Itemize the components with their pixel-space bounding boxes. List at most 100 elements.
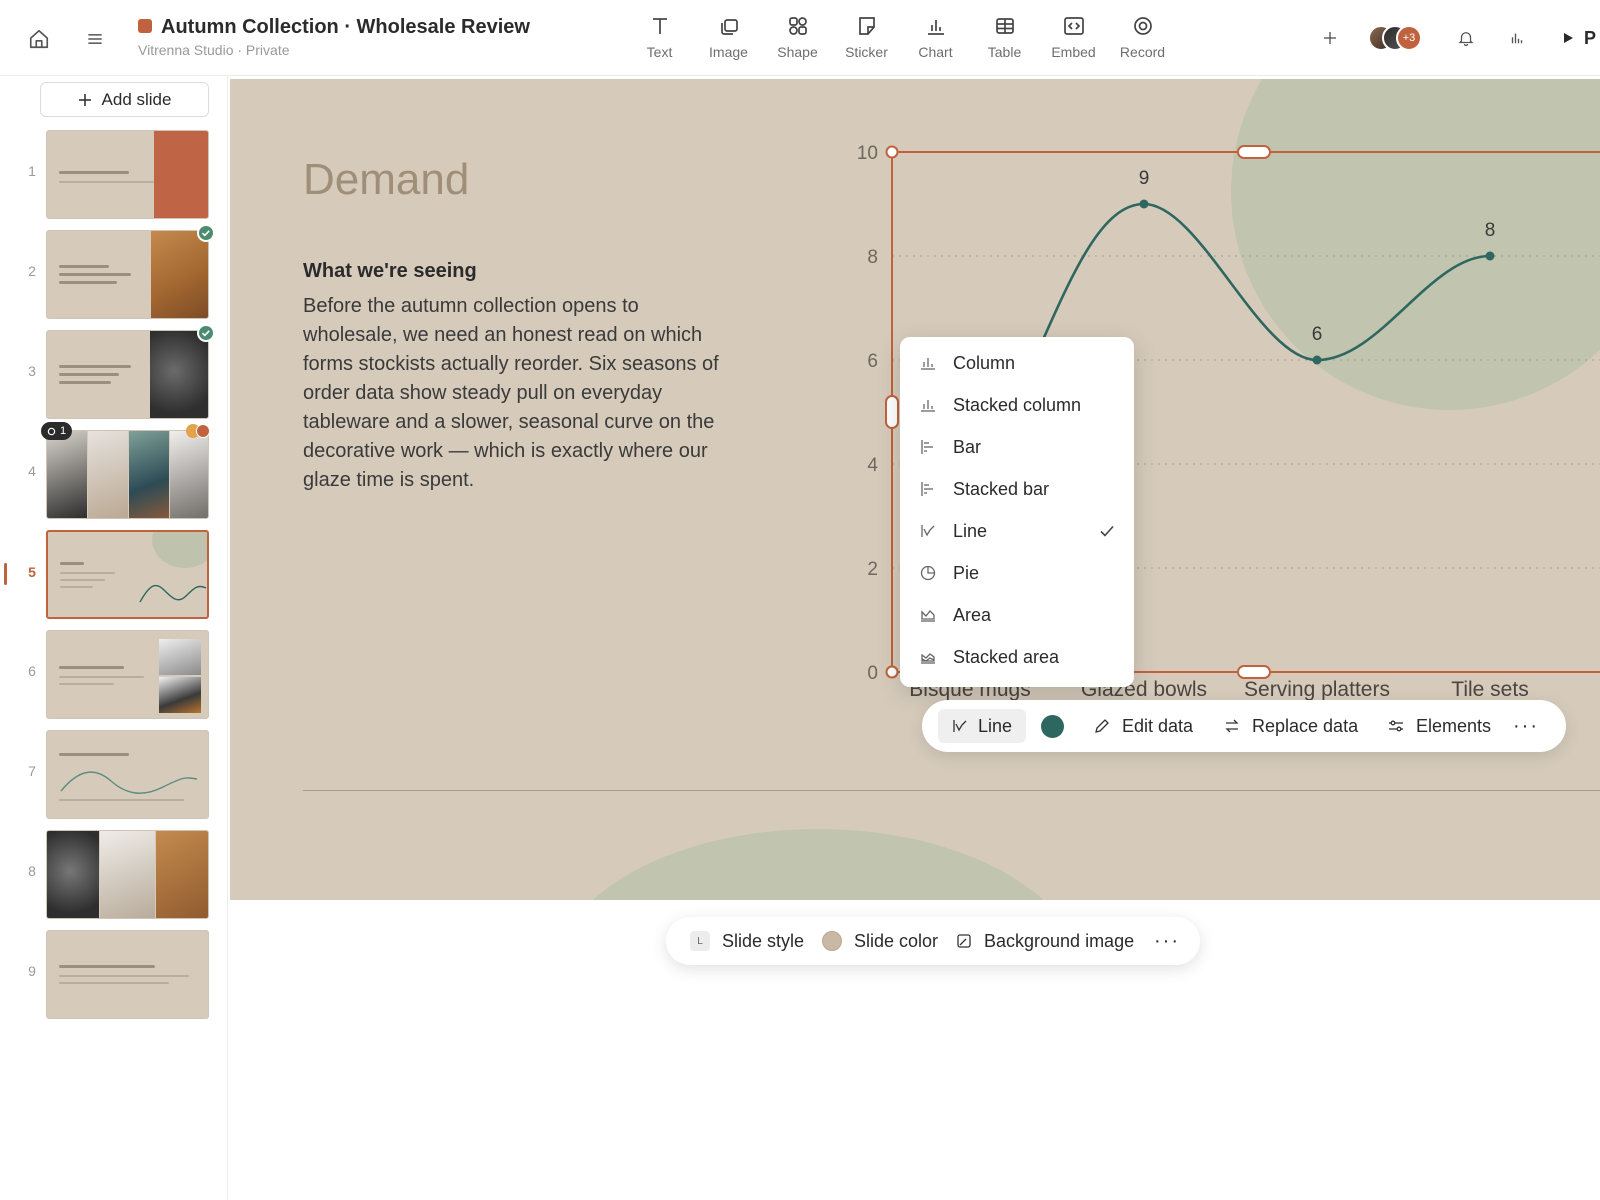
slide-thumbnail-4[interactable]: [46, 430, 209, 519]
slide-thumbnail-9[interactable]: [46, 930, 209, 1019]
chart-type-button[interactable]: Line: [938, 709, 1026, 743]
replace-data-button[interactable]: Replace data: [1224, 714, 1358, 738]
tool-chart-label: Chart: [918, 44, 953, 60]
slide-thumbnail-7[interactable]: [46, 730, 209, 819]
chart-toolbar: Line Edit data Replace data Elements ···: [922, 700, 1566, 752]
collaborator-avatars[interactable]: +3: [1368, 25, 1434, 51]
tool-text[interactable]: Text: [625, 14, 694, 66]
slide-thumbnail-2[interactable]: [46, 230, 209, 319]
pencil-icon: [1095, 719, 1109, 733]
bell-icon[interactable]: [1454, 26, 1478, 50]
table-icon: [995, 18, 1014, 34]
tool-image[interactable]: Image: [694, 14, 763, 66]
thumbnail-image: [150, 331, 208, 418]
menu-item-pie[interactable]: Pie: [900, 553, 1134, 593]
slide-thumbnail-8[interactable]: [46, 830, 209, 919]
slide-number: 2: [28, 263, 36, 279]
tool-table[interactable]: Table: [970, 14, 1039, 66]
more-options-icon[interactable]: ···: [1511, 714, 1541, 738]
menu-item-label: Stacked area: [953, 646, 1060, 667]
menu-icon[interactable]: [80, 24, 110, 54]
elements-label: Elements: [1416, 715, 1492, 736]
x-category-label: Tile sets: [1451, 678, 1528, 701]
menu-item-label: Bar: [953, 436, 982, 457]
slide-number: 6: [28, 663, 36, 679]
stacked-area-chart-icon: [919, 648, 937, 666]
comment-count-badge[interactable]: 1: [41, 422, 73, 440]
slide-thumbnail-5[interactable]: [46, 530, 209, 619]
tool-table-label: Table: [987, 44, 1022, 60]
data-point: [1485, 251, 1495, 261]
tool-chart[interactable]: Chart: [901, 14, 970, 66]
slide-thumbnail-1[interactable]: [46, 130, 209, 219]
add-slide-button[interactable]: Add slide: [40, 82, 209, 117]
swap-icon: [1225, 719, 1239, 733]
chart-color-swatch[interactable]: [1041, 715, 1064, 738]
text-icon: [652, 18, 667, 34]
embed-icon: [1063, 17, 1084, 35]
slide-viewers-indicator: [186, 424, 212, 438]
analytics-icon[interactable]: [1505, 26, 1529, 50]
resize-handle: [885, 665, 899, 679]
tool-text-label: Text: [646, 44, 673, 60]
menu-item-column[interactable]: Column: [900, 343, 1134, 383]
chart-type-menu: Column Stacked column Bar Stacked bar Li…: [900, 337, 1134, 687]
image-icon: [720, 19, 738, 35]
menu-item-bar[interactable]: Bar: [900, 427, 1134, 467]
data-point: [1312, 355, 1322, 365]
more-options-icon[interactable]: ···: [1152, 929, 1182, 953]
slide-thumbnail-6[interactable]: [46, 630, 209, 719]
background-image-button[interactable]: Background image: [956, 929, 1134, 953]
bar-chart-icon: [919, 438, 937, 456]
selected-check-icon: [1098, 522, 1116, 540]
slide-style-button[interactable]: L Slide style: [690, 929, 804, 953]
menu-item-label: Stacked column: [953, 394, 1082, 415]
present-label: P: [1584, 27, 1597, 48]
tool-record[interactable]: Record: [1108, 14, 1177, 66]
chart-type-label: Line: [977, 715, 1013, 736]
top-bar: Autumn Collection · Wholesale Review Vit…: [0, 0, 1600, 76]
slide-approved-badge: [197, 224, 215, 242]
sliders-icon: [1389, 720, 1403, 732]
tool-shape[interactable]: Shape: [763, 14, 832, 66]
record-icon: [1133, 17, 1152, 35]
menu-item-stacked-bar[interactable]: Stacked bar: [900, 469, 1134, 509]
edit-data-button[interactable]: Edit data: [1094, 714, 1193, 738]
plus-icon[interactable]: [1318, 26, 1342, 50]
slide-number: 1: [28, 163, 36, 179]
tool-image-label: Image: [709, 44, 748, 60]
slide-number: 7: [28, 763, 36, 779]
y-tick-label: 6: [867, 351, 878, 372]
shape-icon: [788, 17, 807, 35]
elements-button[interactable]: Elements: [1388, 714, 1491, 738]
data-label: 8: [1485, 220, 1496, 241]
slide-thumbnail-3[interactable]: [46, 330, 209, 419]
tool-embed[interactable]: Embed: [1039, 14, 1108, 66]
edit-data-label: Edit data: [1122, 715, 1194, 736]
x-category-label: Serving platters: [1244, 678, 1390, 701]
present-button[interactable]: P: [1562, 26, 1596, 50]
thumbnail-image: [154, 131, 208, 218]
comment-count: 1: [60, 425, 67, 437]
resize-handle: [1237, 665, 1271, 679]
resize-handle: [1237, 145, 1271, 159]
menu-item-area[interactable]: Area: [900, 595, 1134, 635]
replace-data-label: Replace data: [1252, 715, 1359, 736]
resize-handle: [885, 145, 899, 159]
tool-sticker[interactable]: Sticker: [832, 14, 901, 66]
menu-item-stacked-column[interactable]: Stacked column: [900, 385, 1134, 425]
active-slide-indicator: [4, 563, 7, 585]
home-icon[interactable]: [24, 24, 54, 54]
menu-item-line[interactable]: Line: [900, 511, 1134, 551]
slide-color-button[interactable]: Slide color: [822, 929, 938, 953]
menu-item-label: Column: [953, 352, 1016, 373]
insert-toolbar: Text Image Shape Sticker Chart Table Emb…: [625, 14, 1177, 66]
menu-item-stacked-area[interactable]: Stacked area: [900, 637, 1134, 677]
collaborators-more-badge[interactable]: +3: [1396, 25, 1422, 51]
stacked-bar-chart-icon: [919, 480, 937, 498]
sticker-icon: [858, 17, 875, 35]
document-title[interactable]: Autumn Collection · Wholesale Review: [161, 16, 530, 39]
slide-color-label: Slide color: [854, 930, 939, 951]
data-label: 6: [1312, 324, 1323, 345]
play-icon: [1564, 33, 1573, 43]
